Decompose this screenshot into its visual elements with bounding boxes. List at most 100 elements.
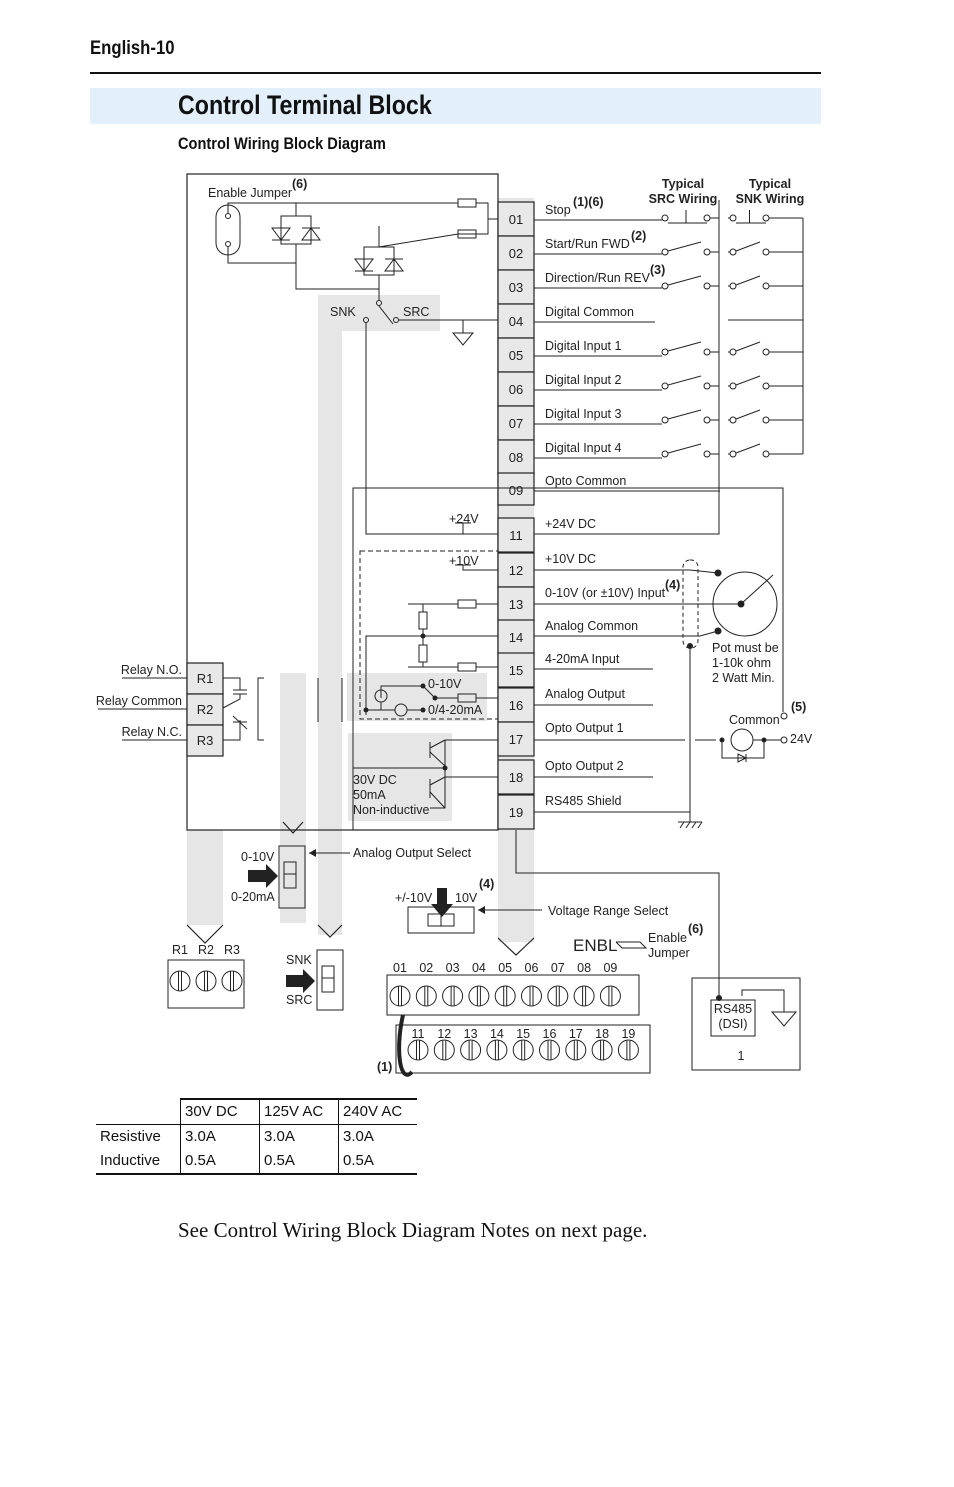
switch-contact [703, 416, 711, 424]
terminal-number: 19 [509, 805, 523, 820]
terminal-number: 11 [509, 528, 523, 543]
src-wiring-header-2: SRC Wiring [649, 192, 718, 206]
terminal-number: 09 [509, 483, 523, 498]
snk-wiring-header-1: Typical [749, 177, 791, 191]
switch-contact [729, 214, 737, 222]
terminal-number: 16 [509, 698, 523, 713]
terminal-label: Analog Output [545, 687, 625, 701]
bottom-row-label: 12 [437, 1027, 451, 1041]
supply-10v: +10V [449, 554, 479, 568]
switch-contact [703, 450, 711, 458]
src-wiring-header-1: Typical [662, 177, 704, 191]
terminal-screw [591, 1039, 613, 1061]
switch-contact [703, 214, 711, 222]
terminal-label: 4-20mA Input [545, 652, 620, 666]
terminal-screw [617, 1039, 639, 1061]
switch-contact [703, 248, 711, 256]
switch-contact [729, 248, 737, 256]
switch-contact [762, 450, 770, 458]
opto-rating-1: 30V DC [353, 773, 397, 787]
terminal-screw [521, 985, 542, 1007]
switch-contact [762, 248, 770, 256]
jumper-note: (1) [377, 1060, 392, 1074]
src-switch-label: SRC [286, 993, 312, 1007]
table-cell: 3.0A [338, 1124, 417, 1149]
aos-0-20ma: 0-20mA [231, 890, 275, 904]
bottom-row-label: 11 [412, 1027, 425, 1041]
terminal-label: Analog Common [545, 619, 638, 633]
terminal-number: 15 [509, 663, 523, 678]
table-header-cell: 125V AC [259, 1098, 339, 1125]
terminal-screw [407, 1039, 429, 1061]
relay-label: Relay N.O. [121, 663, 182, 677]
terminal-screw [512, 1039, 534, 1061]
terminal-label: 0-10V (or ±10V) Input [545, 586, 666, 600]
relay-number: R3 [197, 733, 214, 748]
terminal-number: 06 [509, 382, 523, 397]
switch-contact [661, 248, 669, 256]
pot-note-3: 2 Watt Min. [712, 671, 775, 685]
terminal-screw [460, 1039, 482, 1061]
switch-contact [762, 416, 770, 424]
terminal-screws: R1 R2 R3 01 02 03 04 05 06 07 08 09 11 12 13 14 15 16 17 18… [169, 943, 639, 1061]
rs485-label-2: (DSI) [718, 1017, 747, 1031]
table-cell: 3.0A [180, 1124, 260, 1149]
switch-contact [661, 450, 669, 458]
row-label: Inductive [96, 1149, 181, 1175]
terminal-screw [494, 985, 516, 1007]
terminal-note: (4) [665, 578, 680, 592]
switch-contact [729, 450, 737, 458]
relay-label: Relay N.C. [122, 725, 182, 739]
terminal-number: 08 [509, 450, 523, 465]
supply-24v: +24V [449, 512, 479, 526]
terminal-screw [415, 985, 437, 1007]
terminal-number: 01 [509, 212, 523, 227]
switch-contact [729, 382, 737, 390]
aos-0-10v: 0-10V [241, 850, 275, 864]
terminal-screw [442, 985, 464, 1007]
switch-contact [729, 282, 737, 290]
terminal-number: 17 [509, 732, 523, 747]
enable-jumper-bottom-note: (6) [688, 922, 703, 936]
control-wiring-diagram: 01Stop(1)(6)02Start/Run FWD(2)03Directio… [96, 173, 813, 1077]
enable-jumper-bottom-2: Jumper [648, 946, 690, 960]
terminal-number: 18 [509, 770, 523, 785]
bottom-row-label: 19 [621, 1027, 635, 1041]
switch-contact [661, 348, 669, 356]
analog-output-select-label: Analog Output Select [353, 846, 472, 860]
pot-note-2: 1-10k ohm [712, 656, 771, 670]
terminal-screw [221, 970, 243, 992]
switch-contact [661, 416, 669, 424]
bottom-row-label: 17 [569, 1027, 583, 1041]
relay-number: R2 [197, 702, 214, 717]
switch-contact [762, 282, 770, 290]
analog-out-0-10v: 0-10V [428, 677, 462, 691]
analog-out-0-4-20ma: 0/4-20mA [428, 703, 483, 717]
relay-block-label: R2 [198, 943, 214, 957]
switch-contact [762, 348, 770, 356]
enable-jumper-note: (6) [292, 177, 307, 191]
table-cell: 0.5A [259, 1149, 339, 1175]
terminal-number: 05 [509, 348, 523, 363]
footer-note: See Control Wiring Block Diagram Notes o… [178, 1218, 648, 1242]
bottom-row-label: 16 [543, 1027, 557, 1041]
vrs-pm10v: +/-10V [395, 891, 433, 905]
top-row-label: 05 [498, 961, 512, 975]
relay-label: Relay Common [96, 694, 182, 708]
terminal-screw [195, 970, 217, 992]
typical-wiring-switches [661, 210, 804, 458]
switch-contact [661, 214, 669, 222]
terminal-label: Digital Input 3 [545, 407, 621, 421]
terminal-label: Start/Run FWD [545, 237, 630, 251]
table-row: Inductive 0.5A 0.5A 0.5A [96, 1149, 417, 1175]
terminal-screw [468, 985, 490, 1007]
terminal-note: (3) [650, 263, 665, 277]
terminal-number: 07 [509, 416, 523, 431]
terminal-number: 14 [509, 630, 523, 645]
table-cell: 0.5A [338, 1149, 417, 1175]
terminal-label: Opto Common [545, 474, 626, 488]
top-row-label: 06 [525, 961, 539, 975]
vrs-10v: 10V [455, 891, 478, 905]
terminal-label: Stop [545, 203, 571, 217]
terminal-label: +24V DC [545, 517, 596, 531]
